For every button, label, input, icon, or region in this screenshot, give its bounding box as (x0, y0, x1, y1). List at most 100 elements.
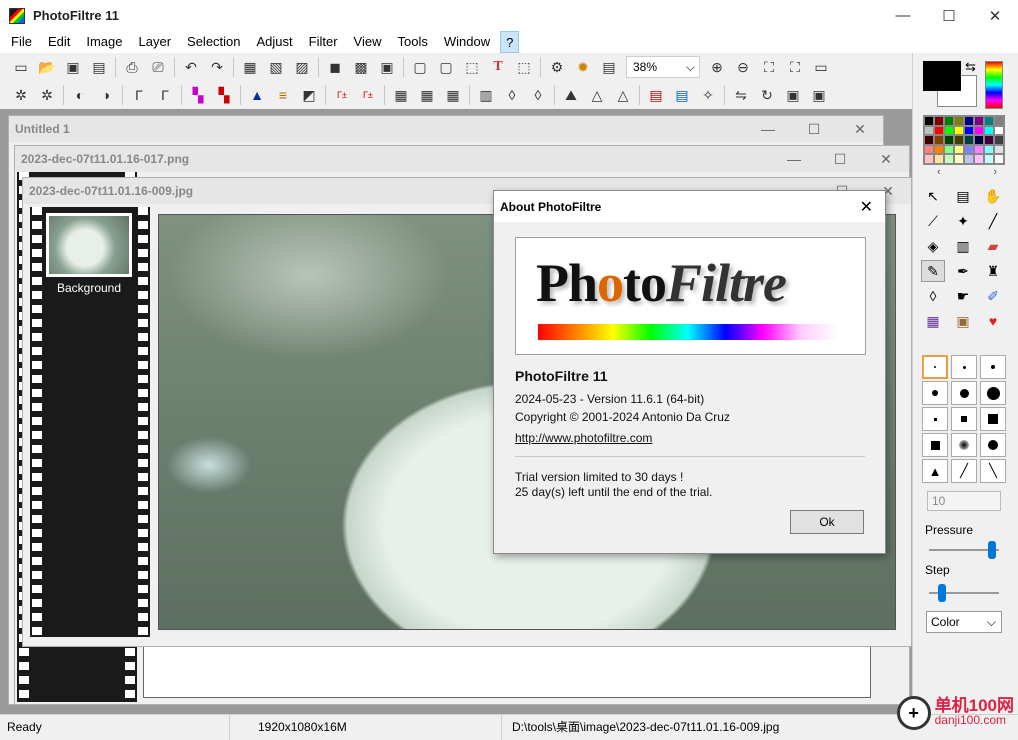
book-icon[interactable]: ▥ (475, 84, 497, 106)
menu-tools[interactable]: Tools (390, 31, 436, 53)
menu-help[interactable]: ? (500, 31, 520, 53)
palette-prev-icon[interactable]: ‹ (937, 166, 941, 178)
palette-swatch[interactable] (934, 125, 944, 136)
menu-adjust[interactable]: Adjust (249, 31, 301, 53)
save-as-icon[interactable]: ▤ (88, 56, 110, 78)
brush-size-input[interactable]: 10 (927, 491, 1001, 511)
stamp-icon[interactable]: ♜ (981, 260, 1005, 282)
blur-icon[interactable]: ✧ (697, 84, 719, 106)
swap-colors-icon[interactable]: ⇆ (965, 59, 976, 75)
clone-icon[interactable]: ✐ (981, 285, 1005, 307)
maximize-icon[interactable]: ☐ (791, 116, 837, 142)
dialog-close-button[interactable]: ✕ (860, 197, 873, 217)
grayscale-icon[interactable]: ◼ (324, 56, 346, 78)
close-icon[interactable]: ✕ (863, 146, 909, 172)
palette-swatch[interactable] (944, 125, 954, 136)
palette-swatch[interactable] (974, 125, 984, 136)
brush-option[interactable] (922, 355, 948, 379)
palette-swatch[interactable] (974, 144, 984, 155)
brush-icon[interactable]: ✎ (921, 260, 945, 282)
palette-swatch[interactable] (984, 135, 994, 145)
gradient-map-icon[interactable]: ▤ (645, 84, 667, 106)
save-icon[interactable]: ▣ (62, 56, 84, 78)
pen-icon[interactable]: ✒ (951, 260, 975, 282)
palette-swatch[interactable] (984, 154, 994, 164)
brush-option[interactable] (922, 381, 948, 405)
palette-swatch[interactable] (944, 144, 954, 155)
slideshow-icon[interactable]: ▭ (810, 56, 832, 78)
menu-view[interactable]: View (346, 31, 390, 53)
color-palette[interactable] (923, 115, 1005, 165)
selection-icon[interactable]: ▤ (951, 185, 975, 207)
new-icon[interactable]: ▭ (10, 56, 32, 78)
mosaic-icon[interactable]: ▦ (390, 84, 412, 106)
frame-icon[interactable]: ▢ (409, 56, 431, 78)
print-icon[interactable]: ⎙ (121, 56, 143, 78)
menu-filter[interactable]: Filter (301, 31, 346, 53)
brightness-up-icon[interactable]: ◑ (95, 84, 117, 106)
minimize-icon[interactable]: — (745, 116, 791, 142)
frame2-icon[interactable]: ▢ (435, 56, 457, 78)
palette-swatch[interactable] (984, 144, 994, 155)
color-spectrum-bar[interactable] (985, 61, 1003, 109)
palette-swatch[interactable] (964, 125, 974, 136)
color-down-icon[interactable]: ▚ (187, 84, 209, 106)
palette-swatch[interactable] (954, 144, 964, 155)
menu-selection[interactable]: Selection (179, 31, 248, 53)
brush-option[interactable]: ▲ (922, 459, 948, 483)
rotate-icon[interactable]: ↻ (756, 84, 778, 106)
step-slider-thumb[interactable] (938, 584, 947, 602)
contrast-up-icon[interactable]: Γ (154, 84, 176, 106)
fit-icon[interactable]: ⛶ (758, 56, 780, 78)
palette-swatch[interactable] (954, 125, 964, 136)
auto-contrast-icon[interactable]: Γ± (357, 84, 379, 106)
pressure-slider-thumb[interactable] (987, 541, 996, 559)
zoom-out-icon[interactable]: ⊖ (732, 56, 754, 78)
layer-thumbnail[interactable] (46, 213, 132, 277)
ok-button[interactable]: Ok (790, 510, 864, 534)
drop-icon[interactable]: ◊ (501, 84, 523, 106)
brush-option[interactable] (922, 407, 948, 431)
foreground-color-swatch[interactable] (923, 61, 961, 91)
website-link[interactable]: http://www.photofiltre.com (515, 431, 652, 445)
triangle-icon[interactable]: △ (586, 84, 608, 106)
palette-swatch[interactable] (944, 135, 954, 145)
eyedropper-icon[interactable]: ⟋ (921, 210, 945, 232)
sparkle-icon[interactable]: ✲ (10, 84, 32, 106)
brush-option[interactable] (951, 381, 977, 405)
actual-size-icon[interactable]: ⛶ (784, 56, 806, 78)
palette-icon[interactable]: ▩ (350, 56, 372, 78)
palette-swatch[interactable] (974, 135, 984, 145)
zoom-in-icon[interactable]: ⊕ (706, 56, 728, 78)
contrast-down-icon[interactable]: Γ (128, 84, 150, 106)
brush-option[interactable] (922, 433, 948, 457)
crop-icon[interactable]: ▨ (291, 56, 313, 78)
palette-swatch[interactable] (934, 135, 944, 145)
border-icon[interactable]: ▣ (782, 84, 804, 106)
eraser-icon[interactable]: ▰ (981, 235, 1005, 257)
palette-swatch[interactable] (964, 116, 974, 126)
minimize-icon[interactable]: — (771, 146, 817, 172)
select-icon[interactable]: ⬚ (461, 56, 483, 78)
mountain-icon[interactable]: ⛰ (560, 84, 582, 106)
palette-swatch[interactable] (954, 154, 964, 164)
palette-swatch[interactable] (964, 144, 974, 155)
brush-option[interactable]: ╲ (980, 459, 1006, 483)
palette-swatch[interactable] (934, 144, 944, 155)
menu-window[interactable]: Window (436, 31, 498, 53)
hand-icon[interactable]: ✋ (981, 185, 1005, 207)
palette-swatch[interactable] (974, 154, 984, 164)
palette-swatch[interactable] (994, 135, 1004, 145)
palette-swatch[interactable] (924, 154, 934, 164)
text-icon[interactable]: T (487, 56, 509, 78)
palette-swatch[interactable] (974, 116, 984, 126)
gradient-icon[interactable]: ◩ (298, 84, 320, 106)
transform-icon[interactable]: ⬚ (513, 56, 535, 78)
minimize-button[interactable]: — (880, 0, 926, 31)
palette-swatch[interactable] (964, 135, 974, 145)
menu-image[interactable]: Image (78, 31, 130, 53)
pressure-slider[interactable] (929, 541, 999, 559)
brightness-down-icon[interactable]: ◐ (69, 84, 91, 106)
maximize-icon[interactable]: ☐ (817, 146, 863, 172)
layer-icon[interactable]: ▣ (376, 56, 398, 78)
